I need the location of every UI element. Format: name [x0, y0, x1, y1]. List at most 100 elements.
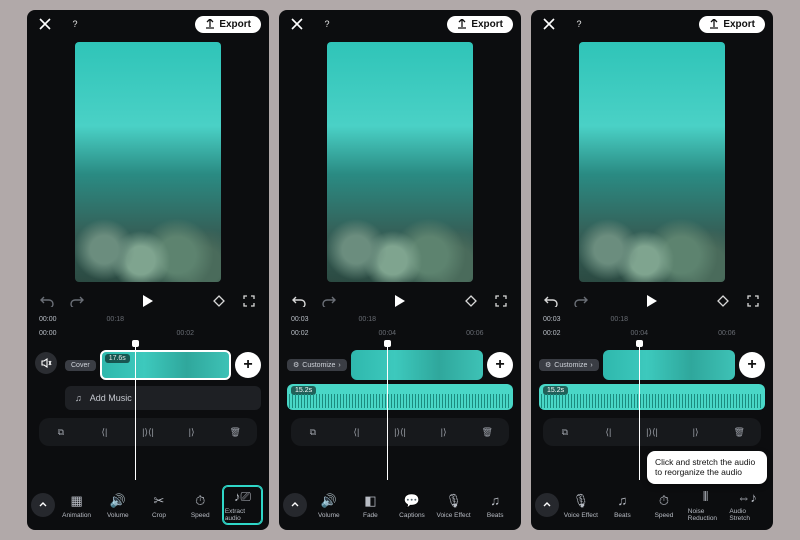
export-label: Export [219, 19, 251, 30]
close-icon[interactable] [35, 14, 55, 34]
fade-icon: ◧ [361, 492, 379, 510]
play-button[interactable] [395, 295, 405, 307]
copy-icon[interactable]: ⧉ [51, 427, 71, 438]
help-icon[interactable]: ? [569, 14, 589, 34]
delete-icon[interactable]: 🗑 [225, 427, 245, 438]
help-icon[interactable]: ? [65, 14, 85, 34]
dock-animation[interactable]: ▦Animation [57, 490, 96, 521]
dock-beats[interactable]: ♫Beats [603, 490, 643, 521]
copy-icon[interactable]: ⧉ [303, 427, 323, 438]
fullscreen-icon[interactable] [743, 291, 763, 311]
redo-icon[interactable] [67, 291, 87, 311]
dock-voice-effect[interactable]: 🎙Voice Effect [434, 490, 474, 521]
add-music-button[interactable]: ♫ Add Music [65, 386, 261, 410]
add-clip-button[interactable]: + [487, 352, 513, 378]
playhead[interactable] [639, 344, 640, 480]
export-button[interactable]: Export [447, 16, 513, 33]
audio-clip[interactable]: 15.2s [287, 384, 513, 410]
split-left-icon[interactable]: ⟨| [346, 427, 366, 438]
undo-icon[interactable] [289, 291, 309, 311]
video-thumbnail[interactable] [579, 42, 725, 282]
split-left-icon[interactable]: ⟨| [94, 427, 114, 438]
split-right-icon[interactable]: |⟩ [182, 427, 202, 438]
delete-icon[interactable]: 🗑 [477, 427, 497, 438]
audio-stretch-icon: ⇔♪ [738, 488, 756, 506]
voice-effect-icon: 🎙 [445, 492, 463, 510]
dock-noise-reduction[interactable]: ⫴Noise Reduction [686, 486, 726, 524]
time-display: 00:00 00:18 [27, 316, 269, 330]
keyframe-icon[interactable] [209, 291, 229, 311]
video-clip[interactable] [351, 350, 483, 380]
add-clip-button[interactable]: + [235, 352, 261, 378]
dock-volume[interactable]: 🔊Volume [309, 490, 349, 521]
top-bar: ? Export [27, 10, 269, 38]
video-thumbnail[interactable] [327, 42, 473, 282]
speed-icon: ⏱ [655, 492, 673, 510]
redo-icon[interactable] [571, 291, 591, 311]
customize-chip[interactable]: ⚙ Customize › [539, 359, 599, 371]
video-clip[interactable] [603, 350, 735, 380]
export-button[interactable]: Export [195, 16, 261, 33]
split-right-icon[interactable]: |⟩ [686, 427, 706, 438]
cover-chip[interactable]: Cover [65, 360, 96, 371]
dock-volume[interactable]: 🔊Volume [98, 490, 137, 521]
bottom-dock: ▦Animation 🔊Volume ✂Crop ⏱Speed ♪⎚Extrac… [27, 480, 269, 530]
edit-toolbar: ⧉ ⟨| |⟩⟨| |⟩ 🗑 [291, 418, 509, 446]
play-button[interactable] [143, 295, 153, 307]
dock-crop[interactable]: ✂Crop [139, 490, 178, 521]
expand-dock-button[interactable] [283, 493, 307, 517]
undo-icon[interactable] [541, 291, 561, 311]
redo-icon[interactable] [319, 291, 339, 311]
split-icon[interactable]: |⟩⟨| [390, 427, 410, 438]
time-display: 00:0300:18 [279, 316, 521, 330]
waveform [289, 394, 511, 408]
captions-icon: 💬 [403, 492, 421, 510]
audio-stretch-tooltip: Click and stretch the audio to reorganiz… [647, 451, 767, 484]
fullscreen-icon[interactable] [239, 291, 259, 311]
close-icon[interactable] [287, 14, 307, 34]
video-thumbnail[interactable] [75, 42, 221, 282]
keyframe-icon[interactable] [713, 291, 733, 311]
undo-icon[interactable] [37, 291, 57, 311]
audio-clip[interactable]: 15.2s [539, 384, 765, 410]
delete-icon[interactable]: 🗑 [729, 427, 749, 438]
split-left-icon[interactable]: ⟨| [598, 427, 618, 438]
dock-speed[interactable]: ⏱Speed [644, 490, 684, 521]
video-clip[interactable]: 17.6s [100, 350, 231, 380]
copy-icon[interactable]: ⧉ [555, 427, 575, 438]
expand-dock-button[interactable] [535, 493, 559, 517]
export-button[interactable]: Export [699, 16, 765, 33]
dock-captions[interactable]: 💬Captions [392, 490, 432, 521]
time-total: 00:18 [107, 316, 125, 330]
dock-audio-stretch[interactable]: ⇔♪Audio Stretch [727, 486, 767, 524]
keyframe-icon[interactable] [461, 291, 481, 311]
split-icon[interactable]: |⟩⟨| [642, 427, 662, 438]
video-preview [279, 38, 521, 286]
fullscreen-icon[interactable] [491, 291, 511, 311]
dock-voice-effect[interactable]: 🎙Voice Effect [561, 490, 601, 521]
play-button[interactable] [647, 295, 657, 307]
ruler: 00:00 00:02 [27, 330, 269, 344]
timeline[interactable]: Cover 17.6s + ♫ Add Music ⧉ ⟨| |⟩⟨| |⟩ 🗑 [27, 344, 269, 480]
close-icon[interactable] [539, 14, 559, 34]
timeline[interactable]: ⚙ Customize › + 15.2s ⧉ ⟨| |⟩⟨| |⟩ 🗑 [279, 344, 521, 480]
mute-button[interactable] [35, 352, 57, 374]
split-right-icon[interactable]: |⟩ [434, 427, 454, 438]
speed-icon: ⏱ [191, 492, 209, 510]
split-icon[interactable]: |⟩⟨| [138, 427, 158, 438]
dock-extract-audio[interactable]: ♪⎚Extract audio [222, 485, 263, 525]
video-preview [531, 38, 773, 286]
music-note-icon: ♫ [75, 393, 82, 403]
add-clip-button[interactable]: + [739, 352, 765, 378]
crop-icon: ✂ [150, 492, 168, 510]
playhead[interactable] [135, 344, 136, 480]
beats-icon: ♫ [613, 492, 631, 510]
dock-speed[interactable]: ⏱Speed [181, 490, 220, 521]
playhead[interactable] [387, 344, 388, 480]
help-icon[interactable]: ? [317, 14, 337, 34]
dock-fade[interactable]: ◧Fade [351, 490, 391, 521]
time-display: 00:0300:18 [531, 316, 773, 330]
dock-beats[interactable]: ♫Beats [475, 490, 515, 521]
customize-chip[interactable]: ⚙ Customize › [287, 359, 347, 371]
expand-dock-button[interactable] [31, 493, 55, 517]
